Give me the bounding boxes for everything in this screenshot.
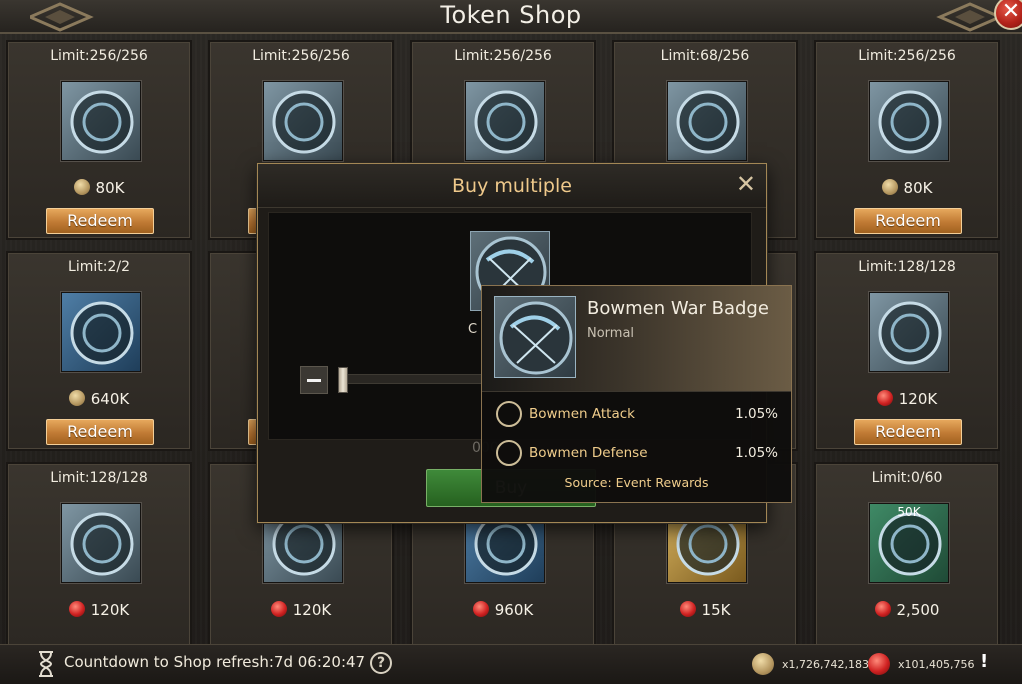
tower-badge-icon[interactable] (262, 80, 344, 162)
purchase-limit: Limit:68/256 (660, 48, 750, 64)
item-rarity: Normal (587, 326, 635, 341)
gem-icon (472, 601, 489, 617)
helmet-badge-icon[interactable] (666, 80, 748, 162)
item-price: 960K (412, 601, 594, 619)
item-price: 120K (816, 390, 998, 408)
cavalry-horse-badge-icon[interactable] (868, 291, 950, 373)
coin-icon (73, 179, 90, 195)
stat-row: Bowmen Defense 1.05% (496, 440, 778, 468)
refresh-countdown: Countdown to Shop refresh:7d 06:20:47 (64, 653, 366, 671)
price-value: 15K (701, 601, 731, 619)
purchase-limit: Limit:128/128 (50, 470, 148, 486)
gem-amount: x101,405,756 (898, 658, 975, 671)
siege-armory-icon[interactable] (60, 291, 142, 373)
target-stat-icon (496, 401, 522, 427)
redeem-button[interactable]: Redeem (46, 208, 154, 234)
shop-item-cell[interactable]: Limit:128/128120KRedeem (6, 462, 192, 664)
right-ornament-icon (936, 2, 1000, 32)
redeem-button[interactable]: Redeem (46, 419, 154, 445)
price-value: 2,500 (896, 601, 940, 619)
shop-item-cell[interactable]: Limit:0/6050K2,500Redeem (814, 462, 1000, 664)
price-value: 120K (292, 601, 332, 619)
shop-item-cell[interactable]: Limit:256/256 80K Redeem (6, 40, 192, 240)
gem-balance: x101,405,756 (868, 653, 975, 675)
coin-amount: x1,726,742,183 (782, 658, 869, 671)
stat-label: Bowmen Attack (529, 406, 635, 422)
gem-icon (270, 601, 287, 617)
redeem-button[interactable]: Redeem (854, 419, 962, 445)
item-tooltip: Bowmen War Badge Normal Bowmen Attack 1.… (481, 285, 792, 503)
coin-balance: x1,726,742,183 (752, 653, 869, 675)
purchase-limit: Limit:256/256 (454, 48, 552, 64)
coin-icon (881, 179, 898, 195)
gem-icon (876, 390, 893, 406)
helmet-badge-icon[interactable] (60, 502, 142, 584)
purchase-limit: Limit:256/256 (252, 48, 350, 64)
gem-icon (68, 601, 85, 617)
item-price: 120K (210, 601, 392, 619)
bowmen-bow-badge-icon[interactable] (868, 80, 950, 162)
shop-item-cell[interactable]: Limit:2/2 640K Redeem (6, 251, 192, 451)
shop-item-cell[interactable]: Limit:256/256 80K Redeem (814, 40, 1000, 240)
target-stat-icon (496, 440, 522, 466)
footer-bar: Countdown to Shop refresh:7d 06:20:47 ? … (0, 644, 1022, 684)
purchase-limit: Limit:256/256 (858, 48, 956, 64)
dialog-title: Buy multiple (452, 175, 572, 197)
quantity-label: C (468, 322, 478, 337)
stat-value: 1.05% (735, 445, 778, 461)
dialog-header: Buy multiple ✕ (258, 164, 766, 208)
stat-row: Bowmen Attack 1.05% (496, 401, 778, 429)
item-source: Source: Event Rewards (564, 475, 709, 490)
stat-label: Bowmen Defense (529, 445, 648, 461)
price-value: 640K (90, 390, 130, 408)
item-price: 15K (614, 601, 796, 619)
item-price: 80K (8, 179, 190, 197)
purchase-limit: Limit:0/60 (871, 470, 943, 486)
dialog-close-button[interactable]: ✕ (736, 170, 756, 198)
decrease-quantity-button[interactable] (300, 366, 328, 394)
hourglass-icon (39, 651, 53, 677)
gem-icon (679, 601, 696, 617)
header-bar: Token Shop ✕ (0, 0, 1022, 34)
coin-icon (68, 390, 85, 406)
price-value: 80K (903, 179, 933, 197)
alert-icon[interactable]: ! (980, 651, 988, 672)
price-value: 120K (898, 390, 938, 408)
item-amount-badge: 50K (897, 505, 921, 519)
item-price: 120K (8, 601, 190, 619)
redeem-button[interactable]: Redeem (854, 208, 962, 234)
coin-icon (752, 653, 774, 675)
item-price: 640K (8, 390, 190, 408)
gem-icon (874, 601, 891, 617)
bowmen-bow-badge-icon (494, 296, 576, 378)
purchase-limit: Limit:256/256 (50, 48, 148, 64)
infantry-shield-sword-badge-icon[interactable] (60, 80, 142, 162)
price-value: 120K (90, 601, 130, 619)
item-price: 2,500 (816, 601, 998, 619)
help-icon[interactable]: ? (370, 652, 392, 674)
purchase-limit: Limit:128/128 (858, 259, 956, 275)
quantity-slider-thumb[interactable] (338, 367, 348, 393)
page-title: Token Shop (440, 1, 582, 29)
price-value: 80K (95, 179, 125, 197)
price-value: 960K (494, 601, 534, 619)
item-price: 80K (816, 179, 998, 197)
stat-value: 1.05% (735, 406, 778, 422)
shop-item-cell[interactable]: Limit:128/128 120K Redeem (814, 251, 1000, 451)
purchase-limit: Limit:2/2 (68, 259, 130, 275)
gem-icon (868, 653, 890, 675)
cavalry-horse-badge-icon[interactable] (464, 80, 546, 162)
item-name: Bowmen War Badge (587, 298, 769, 319)
steel-ingot-icon[interactable]: 50K (868, 502, 950, 584)
